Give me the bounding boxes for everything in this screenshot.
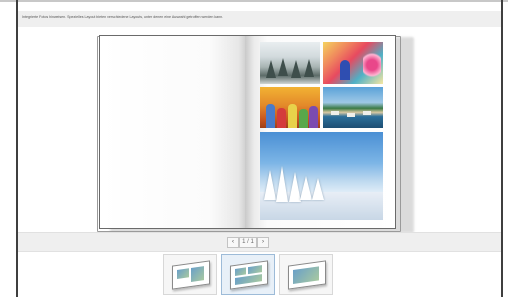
layout-thumbnail-2[interactable] bbox=[221, 254, 275, 295]
layout-thumbnail-3[interactable] bbox=[279, 254, 333, 295]
layout-preview-icon bbox=[230, 260, 268, 290]
harbor-photo[interactable] bbox=[323, 87, 383, 128]
window-right-border bbox=[501, 0, 503, 297]
layout-preview-icon bbox=[288, 260, 326, 290]
page-navigation-bar: ‹ 1 / 1 › bbox=[18, 232, 501, 252]
hint-text: Integrierte Fotos hinweisen. Spezielles … bbox=[22, 15, 224, 19]
page-indicator: 1 / 1 bbox=[239, 237, 257, 248]
book-left-page[interactable] bbox=[99, 35, 246, 229]
snow-forest-photo[interactable] bbox=[260, 42, 320, 84]
layout-thumbnail-1[interactable] bbox=[163, 254, 217, 295]
previous-page-button[interactable]: ‹ bbox=[227, 237, 239, 248]
colorful-houses-photo[interactable] bbox=[323, 42, 383, 84]
window-top-border bbox=[0, 0, 508, 2]
hint-bar: Integrierte Fotos hinweisen. Spezielles … bbox=[18, 11, 501, 28]
winter-landscape-photo[interactable] bbox=[260, 132, 383, 220]
layout-preview-icon bbox=[172, 260, 210, 290]
next-page-button[interactable]: › bbox=[257, 237, 269, 248]
autumn-family-photo[interactable] bbox=[260, 87, 320, 128]
